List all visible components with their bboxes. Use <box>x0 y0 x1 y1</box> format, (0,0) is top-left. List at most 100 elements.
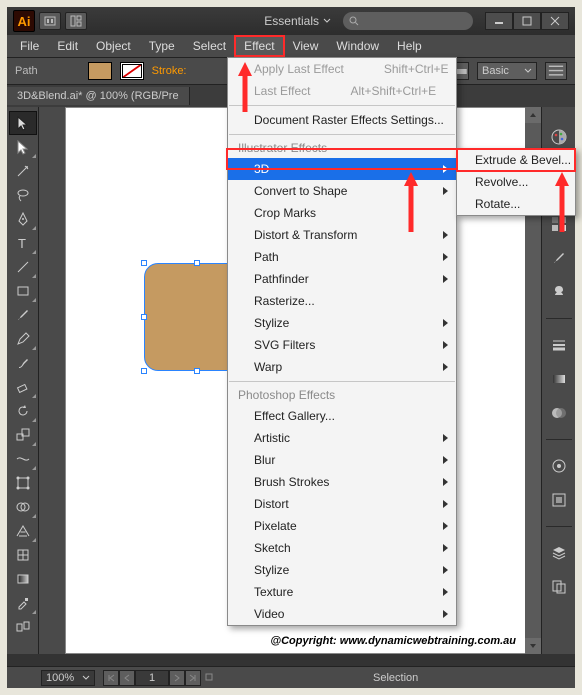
brushes-panel-icon[interactable] <box>547 246 571 270</box>
type-tool[interactable]: T <box>9 231 37 255</box>
menu-rasterize[interactable]: Rasterize... <box>228 290 456 312</box>
tools-panel: T <box>7 107 39 654</box>
shape-builder-tool[interactable] <box>9 495 37 519</box>
brush-dropdown[interactable]: Basic <box>477 62 537 80</box>
layers-panel-icon[interactable] <box>547 541 571 565</box>
pen-tool[interactable] <box>9 207 37 231</box>
symbols-panel-icon[interactable] <box>547 280 571 304</box>
menu-convert-to-shape[interactable]: Convert to Shape <box>228 180 456 202</box>
menu-svg-filters[interactable]: SVG Filters <box>228 334 456 356</box>
menu-edit[interactable]: Edit <box>48 36 87 56</box>
maximize-button[interactable] <box>513 12 541 30</box>
menu-pixelate[interactable]: Pixelate <box>228 515 456 537</box>
panel-menu-icon[interactable] <box>545 62 567 80</box>
scroll-down-button[interactable] <box>525 638 541 654</box>
selection-handle[interactable] <box>141 260 147 266</box>
close-button[interactable] <box>541 12 569 30</box>
scale-tool[interactable] <box>9 423 37 447</box>
blend-tool[interactable] <box>9 615 37 639</box>
eraser-tool[interactable] <box>9 375 37 399</box>
menu-path[interactable]: Path <box>228 246 456 268</box>
menu-extrude-bevel[interactable]: Extrude & Bevel... <box>457 149 575 171</box>
document-tab[interactable]: 3D&Blend.ai* @ 100% (RGB/Pre <box>7 87 190 105</box>
line-tool[interactable] <box>9 255 37 279</box>
menu-warp[interactable]: Warp <box>228 356 456 378</box>
menu-type[interactable]: Type <box>140 36 184 56</box>
menu-stylize-ps[interactable]: Stylize <box>228 559 456 581</box>
menu-effect-gallery[interactable]: Effect Gallery... <box>228 405 456 427</box>
color-panel-icon[interactable] <box>547 125 571 149</box>
stroke-label: Stroke: <box>152 65 187 77</box>
menu-3d[interactable]: 3D <box>228 158 456 180</box>
gradient-tool[interactable] <box>9 567 37 591</box>
scroll-up-button[interactable] <box>525 107 541 123</box>
first-artboard-button[interactable] <box>103 670 119 686</box>
menu-stylize-ill[interactable]: Stylize <box>228 312 456 334</box>
menu-select[interactable]: Select <box>184 36 235 56</box>
menu-sketch[interactable]: Sketch <box>228 537 456 559</box>
free-transform-tool[interactable] <box>9 471 37 495</box>
menu-last-effect[interactable]: Last EffectAlt+Shift+Ctrl+E <box>228 80 456 102</box>
stroke-swatch[interactable] <box>120 62 144 80</box>
fill-swatch[interactable] <box>88 62 112 80</box>
effect-menu: Apply Last EffectShift+Ctrl+E Last Effec… <box>227 57 457 626</box>
workspace-switcher[interactable]: Essentials <box>264 14 331 28</box>
next-artboard-button[interactable] <box>169 670 185 686</box>
blob-brush-tool[interactable] <box>9 351 37 375</box>
menu-brush-strokes[interactable]: Brush Strokes <box>228 471 456 493</box>
menu-crop-marks[interactable]: Crop Marks <box>228 202 456 224</box>
menu-distort-ps[interactable]: Distort <box>228 493 456 515</box>
menu-video[interactable]: Video <box>228 603 456 625</box>
zoom-field[interactable]: 100% <box>41 670 95 686</box>
menu-apply-last-effect[interactable]: Apply Last EffectShift+Ctrl+E <box>228 58 456 80</box>
menu-blur[interactable]: Blur <box>228 449 456 471</box>
bridge-button[interactable] <box>39 12 61 30</box>
artboard-popup-button[interactable] <box>205 672 213 684</box>
rotate-tool[interactable] <box>9 399 37 423</box>
perspective-grid-tool[interactable] <box>9 519 37 543</box>
menu-effect[interactable]: Effect <box>235 36 283 56</box>
appearance-panel-icon[interactable] <box>547 454 571 478</box>
magic-wand-tool[interactable] <box>9 159 37 183</box>
artboards-panel-icon[interactable] <box>547 575 571 599</box>
annotation-arrow-extrude <box>553 172 571 232</box>
menu-distort-transform[interactable]: Distort & Transform <box>228 224 456 246</box>
search-input[interactable] <box>343 12 473 30</box>
paintbrush-tool[interactable] <box>9 303 37 327</box>
copyright-text: @Copyright: www.dynamicwebtraining.com.a… <box>270 635 516 647</box>
rectangle-tool[interactable] <box>9 279 37 303</box>
transparency-panel-icon[interactable] <box>547 401 571 425</box>
eyedropper-tool[interactable] <box>9 591 37 615</box>
menu-doc-raster-settings[interactable]: Document Raster Effects Settings... <box>228 109 456 131</box>
direct-selection-tool[interactable] <box>9 135 37 159</box>
selection-handle[interactable] <box>141 314 147 320</box>
arrange-docs-button[interactable] <box>65 12 87 30</box>
selection-handle[interactable] <box>194 260 200 266</box>
stroke-panel-icon[interactable] <box>547 333 571 357</box>
mesh-tool[interactable] <box>9 543 37 567</box>
menu-pathfinder[interactable]: Pathfinder <box>228 268 456 290</box>
graphic-styles-panel-icon[interactable] <box>547 488 571 512</box>
selection-tool[interactable] <box>9 111 37 135</box>
pencil-tool[interactable] <box>9 327 37 351</box>
svg-text:T: T <box>18 236 26 251</box>
menu-help[interactable]: Help <box>388 36 431 56</box>
menu-file[interactable]: File <box>11 36 48 56</box>
menu-artistic[interactable]: Artistic <box>228 427 456 449</box>
menu-window[interactable]: Window <box>327 36 388 56</box>
selection-handle[interactable] <box>194 368 200 374</box>
last-artboard-button[interactable] <box>185 670 201 686</box>
width-tool[interactable] <box>9 447 37 471</box>
gradient-panel-icon[interactable] <box>547 367 571 391</box>
annotation-arrow-effect <box>236 62 254 112</box>
lasso-tool[interactable] <box>9 183 37 207</box>
menu-view[interactable]: View <box>284 36 328 56</box>
menu-object[interactable]: Object <box>87 36 140 56</box>
menu-texture[interactable]: Texture <box>228 581 456 603</box>
artboard-number[interactable]: 1 <box>135 670 169 686</box>
status-bar: 100% 1 Selection <box>7 666 575 688</box>
titlebar: Ai Essentials <box>7 7 575 35</box>
selection-handle[interactable] <box>141 368 147 374</box>
prev-artboard-button[interactable] <box>119 670 135 686</box>
minimize-button[interactable] <box>485 12 513 30</box>
